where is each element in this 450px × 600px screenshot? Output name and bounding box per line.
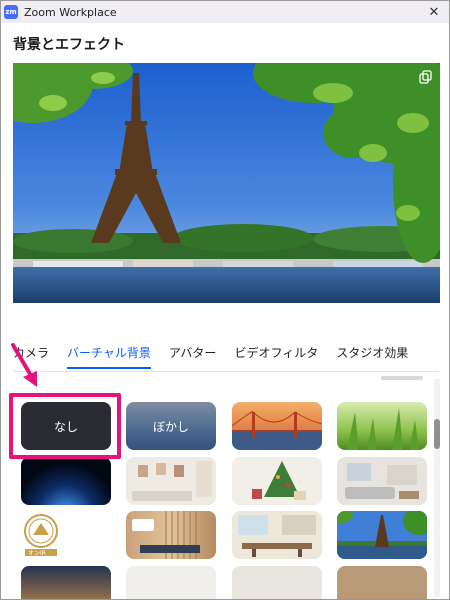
page-title: 背景とエフェクト [13,37,125,53]
arrow-icon [11,343,37,387]
background-white-room[interactable] [126,566,216,599]
preview-image [13,63,440,303]
camera-preview [13,63,440,303]
background-bright-living-room[interactable] [337,457,427,505]
background-eiffel-selected[interactable] [337,511,427,559]
dining-room-image [238,515,316,557]
title-bar: zm Zoom Workplace ✕ [1,1,449,23]
background-none-label: なし [53,419,78,434]
bright-living-room-image [345,463,419,499]
background-earth[interactable] [21,457,111,505]
background-logo[interactable]: オンIR [21,511,111,559]
background-wood-office[interactable] [126,511,216,559]
background-christmas[interactable] [232,457,322,505]
background-golden-gate[interactable] [232,402,322,450]
background-bookshelf[interactable] [337,566,427,599]
copy-icon[interactable] [418,69,434,85]
tab-virtual-background[interactable]: バーチャル背景 [67,341,151,369]
wood-office-image [132,511,200,559]
tab-avatar[interactable]: アバター [169,341,217,367]
background-grass[interactable] [337,402,427,450]
living-room-image [132,461,212,501]
eiffel-thumbnail-image [337,511,427,559]
tab-studio-effects[interactable]: スタジオ効果 [336,341,408,367]
background-dining-room[interactable] [232,511,322,559]
zoom-window: zm Zoom Workplace ✕ 背景とエフェクト カメラ バーチャル背景… [0,0,450,600]
tab-video-filter[interactable]: ビデオフィルタ [234,341,318,367]
background-living-room[interactable] [126,457,216,505]
close-icon: ✕ [428,4,440,20]
scrollbar-track[interactable] [434,379,440,597]
golden-gate-image [232,411,322,450]
zoom-logo-icon: zm [4,5,18,19]
effects-tabs: カメラ バーチャル背景 アバター ビデオフィルタ スタジオ効果 [13,341,440,371]
background-none[interactable]: なし [21,402,111,450]
close-button[interactable]: ✕ [425,3,443,21]
background-gallery[interactable] [232,566,322,599]
christmas-image [252,461,306,500]
background-blur[interactable]: ぼかし [126,402,216,450]
grass-image [347,408,419,450]
window-title: Zoom Workplace [24,5,117,19]
search-field-edge[interactable] [381,376,423,380]
scrollbar-thumb[interactable] [434,419,440,449]
logo-caption: オンIR [28,550,46,557]
background-grid: なし ぼかし オンIR [19,402,429,599]
tab-divider [13,371,439,372]
background-city-night[interactable] [21,566,111,599]
background-blur-label: ぼかし [152,419,189,434]
